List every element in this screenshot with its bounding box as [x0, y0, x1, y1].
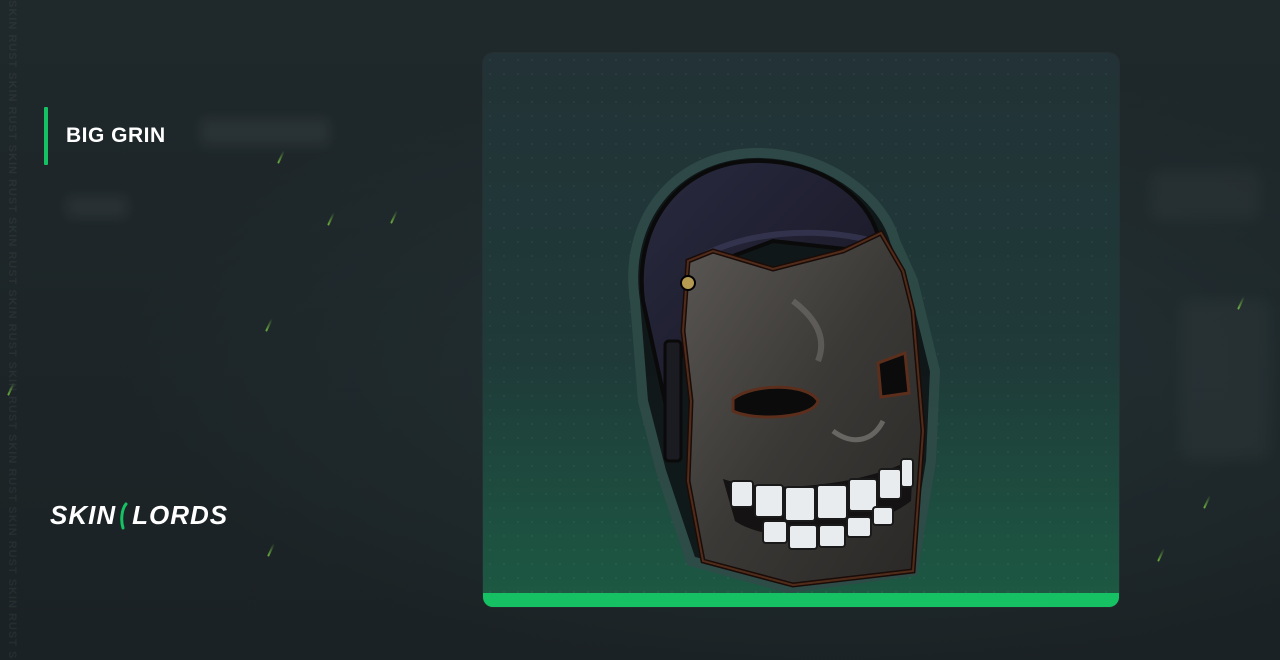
brand-logo[interactable]: SKIN LORDS	[50, 500, 228, 531]
title-accent-bar	[44, 107, 48, 165]
decor-streak	[265, 318, 273, 332]
logo-text-right: LORDS	[132, 500, 229, 530]
decor-streak	[390, 210, 398, 224]
logo-text-left: SKIN	[50, 500, 117, 530]
lords-slash-icon	[120, 502, 128, 529]
decor-streak	[327, 212, 335, 226]
decor-streak	[267, 543, 275, 557]
decor-streak	[1157, 548, 1165, 562]
blurred-side-panel	[1150, 170, 1260, 220]
item-title-block: BIG GRIN	[44, 107, 166, 165]
item-card	[483, 53, 1119, 607]
item-title: BIG GRIN	[66, 124, 166, 147]
blurred-price-chip	[200, 118, 330, 146]
decor-streak	[277, 150, 285, 164]
card-accent-bar	[483, 593, 1119, 607]
blurred-tag-chip	[66, 196, 128, 218]
big-grin-mask-icon	[628, 147, 941, 594]
blurred-side-panel	[1180, 300, 1270, 460]
brand-watermark: SKIN RUST SKIN RUST SKIN RUST SKIN RUST …	[6, 0, 18, 660]
decor-streak	[1203, 495, 1211, 509]
page: SKIN RUST SKIN RUST SKIN RUST SKIN RUST …	[0, 0, 1280, 660]
